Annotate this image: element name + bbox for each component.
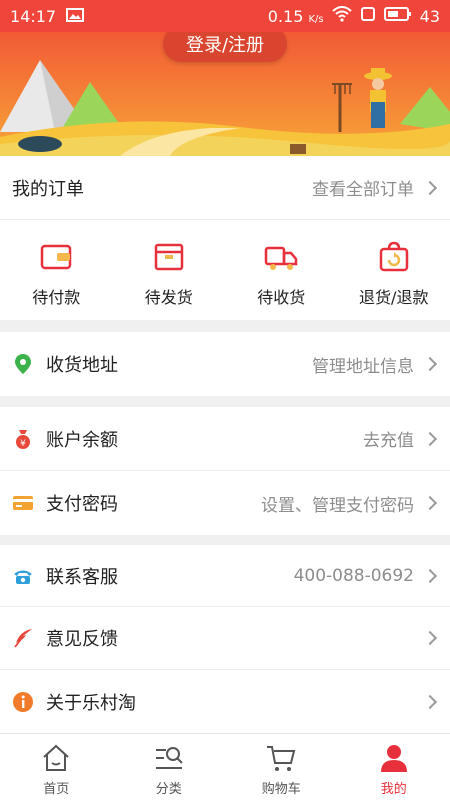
info-icon: [12, 691, 34, 713]
feedback-row[interactable]: 意见反馈: [0, 607, 450, 670]
chevron-right-icon: [426, 180, 438, 196]
order-status-label: 待付款: [32, 288, 81, 307]
box-icon: [154, 243, 183, 271]
contact-service-row[interactable]: 联系客服 400-088-0692: [0, 545, 450, 607]
payment-password-row[interactable]: 支付密码 设置、管理支付密码: [0, 471, 450, 535]
status-bar: 14:17 0.15 K/s 43: [0, 0, 450, 32]
bottom-tab-bar: 首页 分类 购物车 我的: [0, 733, 450, 800]
order-status-pending-receipt[interactable]: 待收货: [225, 240, 338, 320]
payment-password-label: 支付密码: [46, 494, 118, 515]
chevron-right-icon: [426, 356, 438, 372]
address-card: 收货地址 管理地址信息: [0, 332, 450, 396]
chevron-right-icon: [426, 431, 438, 447]
cart-icon: [267, 746, 296, 771]
tab-cart[interactable]: 购物车: [225, 734, 338, 800]
recharge-link[interactable]: 去充值: [363, 426, 414, 451]
home-icon: [43, 744, 69, 771]
order-status-label: 待发货: [144, 288, 193, 307]
user-icon: [380, 745, 407, 772]
order-status-label: 退货/退款: [359, 288, 429, 307]
status-time: 14:17: [10, 6, 57, 26]
chevron-right-icon: [426, 630, 438, 646]
return-bag-icon: [379, 241, 408, 272]
login-register-button[interactable]: 登录/注册: [163, 32, 287, 62]
tab-label: 购物车: [261, 782, 301, 797]
service-phone-number: 400-088-0692: [293, 565, 414, 586]
payment-password-value: 设置、管理支付密码: [261, 495, 414, 516]
net-speed: 0.15 K/s: [267, 6, 324, 26]
service-card: 联系客服 400-088-0692 意见反馈 关于乐村淘: [0, 545, 450, 733]
location-pin-icon: [12, 353, 34, 375]
tab-label: 首页: [43, 782, 70, 797]
svg-text:¥: ¥: [20, 439, 26, 449]
orders-card: 我的订单 查看全部订单 待付款 待发货 待收货 退货/退款: [0, 156, 450, 320]
money-bag-icon: ¥: [12, 428, 34, 450]
wallet-icon: [41, 244, 72, 270]
profile-banner: 登录/注册: [0, 32, 450, 156]
about-label: 关于乐村淘: [46, 692, 136, 714]
status-right: 0.15 K/s 43: [268, 6, 440, 26]
account-card: ¥ 账户余额 去充值 支付密码 设置、管理支付密码: [0, 407, 450, 535]
balance-label: 账户余额: [46, 429, 118, 451]
feather-icon: [12, 627, 34, 649]
tab-home[interactable]: 首页: [0, 734, 113, 800]
contact-service-label: 联系客服: [46, 566, 118, 588]
tab-mine[interactable]: 我的: [338, 734, 450, 800]
balance-row[interactable]: ¥ 账户余额 去充值: [0, 407, 450, 471]
category-search-icon: [155, 747, 183, 769]
order-status-return-refund[interactable]: 退货/退款: [338, 240, 450, 320]
view-all-orders-link[interactable]: 查看全部订单: [312, 175, 414, 200]
feedback-label: 意见反馈: [46, 629, 118, 650]
tab-category[interactable]: 分类: [113, 734, 226, 800]
battery-icon: [383, 6, 412, 26]
address-row[interactable]: 收货地址 管理地址信息: [0, 332, 450, 396]
tab-label: 我的: [380, 782, 407, 797]
chevron-right-icon: [426, 495, 438, 511]
order-status-label: 待收货: [257, 288, 306, 307]
order-status-pending-shipment[interactable]: 待发货: [113, 240, 226, 320]
card-icon: [12, 492, 34, 514]
orders-header-row[interactable]: 我的订单 查看全部订单: [0, 156, 450, 220]
address-value: 管理地址信息: [312, 356, 414, 377]
orders-title: 我的订单: [12, 178, 84, 200]
chevron-right-icon: [426, 568, 438, 584]
address-label: 收货地址: [46, 355, 118, 376]
truck-icon: [265, 246, 298, 270]
wifi-icon: [331, 6, 352, 26]
order-status-pending-payment[interactable]: 待付款: [0, 240, 113, 320]
screen-icon: [360, 6, 376, 26]
image-icon: [66, 7, 85, 26]
battery-level: 43: [419, 6, 440, 26]
about-row[interactable]: 关于乐村淘: [0, 670, 450, 733]
order-status-list: 待付款 待发货 待收货 退货/退款: [0, 220, 450, 320]
chevron-right-icon: [426, 694, 438, 710]
tab-label: 分类: [155, 782, 182, 797]
phone-icon: [12, 565, 34, 587]
